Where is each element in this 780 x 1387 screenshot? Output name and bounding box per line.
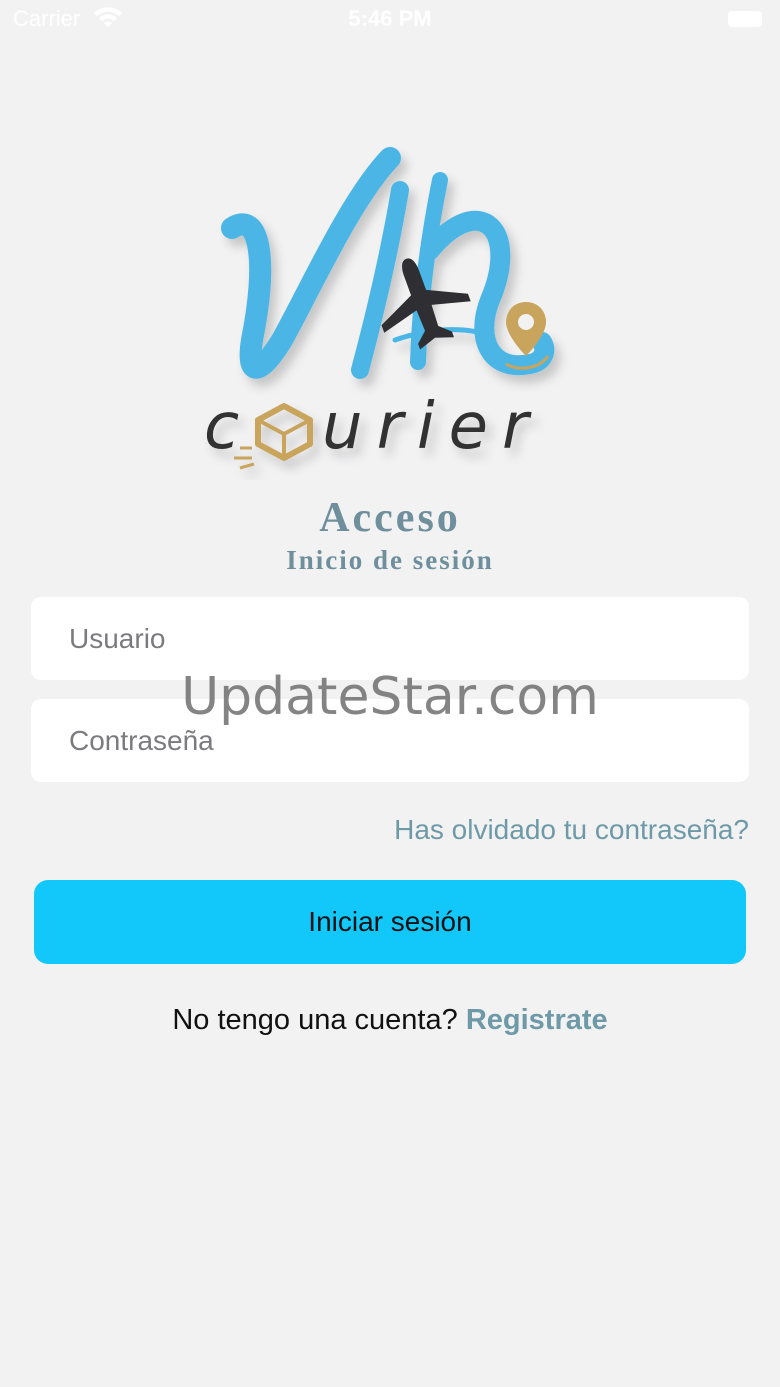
register-row: No tengo una cuenta? Registrate [0, 1004, 780, 1037]
status-bar: Carrier 5:46 PM [0, 0, 780, 40]
register-link[interactable]: Registrate [466, 1004, 608, 1036]
register-prompt: No tengo una cuenta? [172, 1004, 458, 1036]
password-input[interactable] [31, 699, 749, 782]
username-field[interactable] [31, 597, 749, 680]
clock: 5:46 PM [348, 6, 432, 31]
svg-text:urier: urier [322, 390, 542, 464]
page-title: Acceso [319, 495, 461, 541]
package-box-icon [234, 403, 313, 470]
forgot-password-link[interactable]: Has olvidado tu contraseña? [394, 814, 749, 846]
password-field[interactable] [31, 699, 749, 782]
svg-text:c: c [204, 390, 239, 464]
username-input[interactable] [31, 597, 749, 680]
page-subtitle: Inicio de sesión [286, 545, 494, 575]
battery-icon [728, 11, 762, 27]
via-courier-logo: c urier [204, 147, 555, 470]
login-button[interactable]: Iniciar sesión [34, 880, 746, 964]
